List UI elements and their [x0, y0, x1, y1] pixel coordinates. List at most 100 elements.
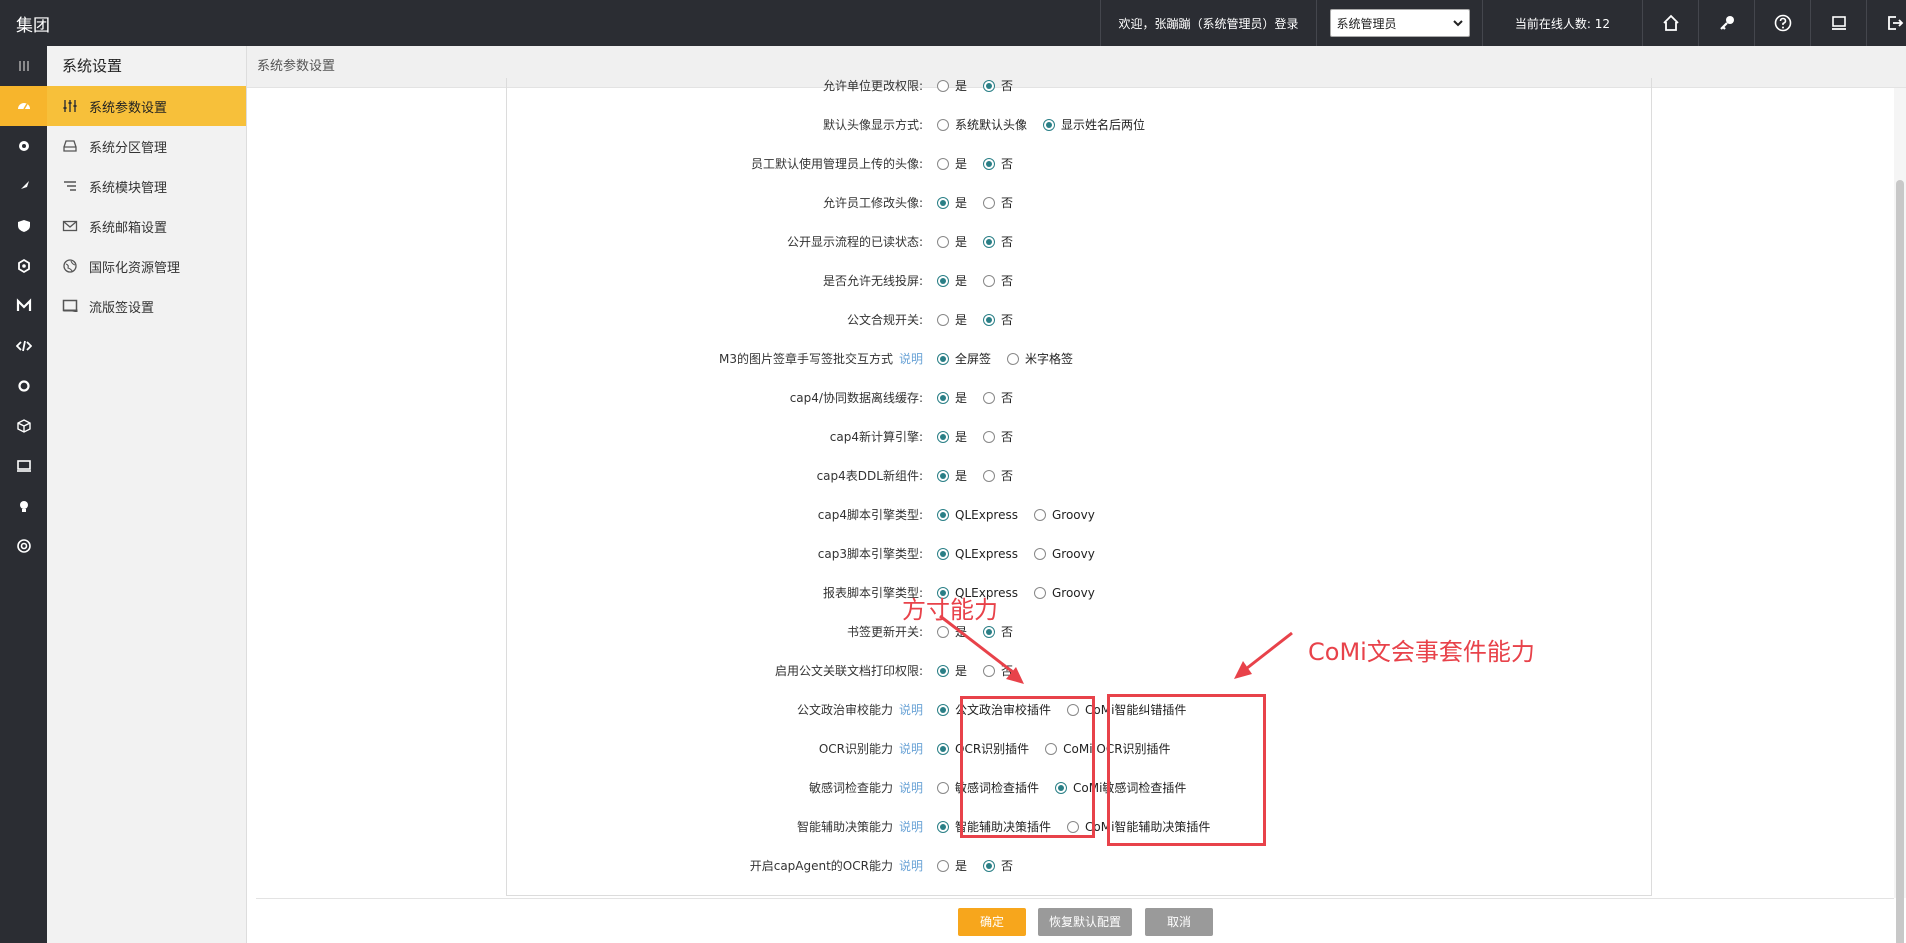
radio-option[interactable]: 否 — [983, 155, 1013, 172]
radio-option[interactable]: 是 — [937, 857, 967, 874]
home-icon[interactable] — [1643, 0, 1699, 46]
radio-option[interactable]: 否 — [983, 857, 1013, 874]
gear-icon[interactable] — [0, 126, 47, 166]
explain-link[interactable]: 说明 — [899, 352, 923, 366]
radio-option[interactable]: 是 — [937, 78, 967, 94]
radio-option[interactable]: 否 — [983, 623, 1013, 640]
radio-option[interactable]: 是 — [937, 428, 967, 445]
cancel-button[interactable]: 取消 — [1145, 908, 1213, 936]
radio-option[interactable]: 是 — [937, 194, 967, 211]
radio-option[interactable]: 是 — [937, 233, 967, 250]
radio-button[interactable] — [937, 820, 949, 833]
cube-icon[interactable] — [0, 406, 47, 446]
sidebar-item-mail[interactable]: 系统邮箱设置 — [47, 206, 246, 246]
sidebar-item-params[interactable]: 系统参数设置 — [47, 86, 246, 126]
radio-option[interactable]: Groovy — [1034, 586, 1095, 600]
sidebar-item-i18n[interactable]: 国际化资源管理 — [47, 246, 246, 286]
radio-option[interactable]: 米字格签 — [1007, 350, 1073, 367]
radio-button[interactable] — [937, 469, 949, 482]
shield-icon[interactable] — [0, 206, 47, 246]
radio-button[interactable] — [937, 196, 949, 209]
key-icon[interactable] — [1699, 0, 1755, 46]
settings-icon[interactable] — [0, 366, 47, 406]
radio-button[interactable] — [983, 859, 996, 872]
hexagon-icon[interactable] — [0, 246, 47, 286]
radio-button[interactable] — [983, 430, 996, 443]
explain-link[interactable]: 说明 — [899, 781, 923, 795]
explain-link[interactable]: 说明 — [899, 742, 923, 756]
radio-button[interactable] — [983, 469, 996, 482]
at-icon[interactable] — [0, 526, 47, 566]
radio-button[interactable] — [937, 664, 949, 677]
radio-button[interactable] — [937, 508, 949, 521]
dashboard-icon[interactable] — [0, 86, 47, 126]
radio-button[interactable] — [937, 235, 949, 248]
radio-button[interactable] — [983, 625, 996, 638]
radio-option[interactable]: 否 — [983, 311, 1013, 328]
role-select[interactable]: 系统管理员 — [1329, 9, 1470, 37]
radio-option[interactable]: 否 — [983, 467, 1013, 484]
logout-icon[interactable] — [1867, 0, 1906, 46]
radio-button[interactable] — [937, 547, 949, 560]
radio-option[interactable]: 是 — [937, 467, 967, 484]
menu-icon[interactable] — [0, 46, 47, 86]
radio-button[interactable] — [1043, 118, 1056, 131]
sidebar-item-signature[interactable]: 流版签设置 — [47, 286, 246, 326]
restore-default-button[interactable]: 恢复默认配置 — [1038, 908, 1132, 936]
help-icon[interactable] — [1755, 0, 1811, 46]
radio-button[interactable] — [937, 157, 949, 170]
radio-option[interactable]: 否 — [983, 272, 1013, 289]
radio-button[interactable] — [937, 703, 949, 716]
radio-button[interactable] — [937, 859, 949, 872]
radio-button[interactable] — [937, 352, 949, 365]
radio-option[interactable]: 是 — [937, 311, 967, 328]
explain-link[interactable]: 说明 — [899, 859, 923, 873]
m-icon[interactable] — [0, 286, 47, 326]
radio-button[interactable] — [983, 313, 996, 326]
radio-option[interactable]: 否 — [983, 194, 1013, 211]
scrollbar-thumb[interactable] — [1896, 180, 1904, 943]
radio-option[interactable]: 否 — [983, 428, 1013, 445]
radio-button[interactable] — [1007, 352, 1020, 365]
radio-button[interactable] — [983, 79, 996, 92]
radio-button[interactable] — [937, 313, 949, 326]
radio-button[interactable] — [983, 274, 996, 287]
radio-option[interactable]: 否 — [983, 78, 1013, 94]
radio-option[interactable]: 显示姓名后两位 — [1043, 116, 1145, 133]
radio-option[interactable]: Groovy — [1034, 508, 1095, 522]
radio-button[interactable] — [983, 664, 996, 677]
radio-button[interactable] — [937, 391, 949, 404]
radio-button[interactable] — [937, 430, 949, 443]
sidebar-item-partition[interactable]: 系统分区管理 — [47, 126, 246, 166]
radio-button[interactable] — [1034, 547, 1046, 560]
radio-option[interactable]: QLExpress — [937, 547, 1018, 561]
explain-link[interactable]: 说明 — [899, 703, 923, 717]
radio-button[interactable] — [983, 157, 996, 170]
radio-option[interactable]: 否 — [983, 662, 1013, 679]
radio-option[interactable]: 全屏签 — [937, 350, 991, 367]
radio-option[interactable]: 是 — [937, 155, 967, 172]
radio-option[interactable]: 是 — [937, 389, 967, 406]
radio-option[interactable]: 否 — [983, 233, 1013, 250]
radio-button[interactable] — [1034, 508, 1046, 521]
radio-button[interactable] — [937, 274, 949, 287]
pin-icon[interactable] — [0, 166, 47, 206]
scrollbar[interactable] — [1894, 88, 1906, 943]
screen-icon[interactable] — [0, 446, 47, 486]
radio-option[interactable]: QLExpress — [937, 508, 1018, 522]
code-icon[interactable] — [0, 326, 47, 366]
radio-button[interactable] — [1034, 586, 1046, 599]
radio-button[interactable] — [937, 781, 949, 794]
monitor-icon[interactable] — [1811, 0, 1867, 46]
radio-button[interactable] — [937, 118, 949, 131]
radio-option[interactable]: 是 — [937, 662, 967, 679]
radio-button[interactable] — [937, 79, 949, 92]
confirm-button[interactable]: 确定 — [958, 908, 1026, 936]
radio-option[interactable]: 系统默认头像 — [937, 116, 1027, 133]
radio-option[interactable]: 否 — [983, 389, 1013, 406]
sidebar-item-modules[interactable]: 系统模块管理 — [47, 166, 246, 206]
radio-button[interactable] — [983, 235, 996, 248]
radio-button[interactable] — [983, 391, 996, 404]
lightbulb-icon[interactable] — [0, 486, 47, 526]
radio-button[interactable] — [937, 625, 949, 638]
